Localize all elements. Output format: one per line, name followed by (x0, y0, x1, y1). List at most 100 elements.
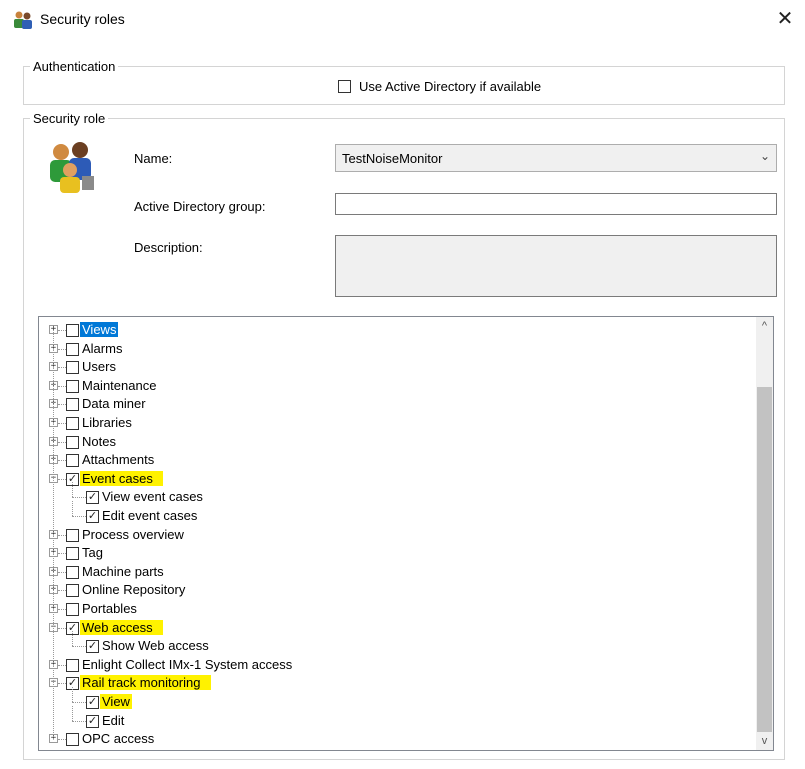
active-directory-group-input[interactable] (335, 193, 777, 215)
tree-branch-line (72, 497, 86, 499)
tree-item-alarms[interactable]: + Alarms (39, 340, 739, 358)
window-title: Security roles (40, 11, 125, 27)
tree-item-label: Attachments (82, 452, 155, 468)
unchecked-checkbox[interactable] (66, 435, 79, 449)
description-textarea[interactable] (335, 235, 777, 297)
tree-item-users[interactable]: + Users (39, 358, 739, 376)
unchecked-checkbox[interactable] (66, 379, 79, 393)
unchecked-checkbox[interactable] (66, 528, 79, 542)
tree-item-view-event-cases[interactable]: ✓ View event cases (39, 482, 739, 506)
checked-checkbox[interactable]: ✓ (86, 491, 99, 505)
use-active-directory-label: Use Active Directory if available (359, 79, 542, 94)
tree-item-machine-parts[interactable]: + Machine parts (39, 563, 739, 581)
checked-checkbox[interactable]: ✓ (86, 640, 99, 654)
tree-item-label: Event cases (80, 470, 163, 486)
tree-branch-line (72, 687, 73, 702)
unchecked-checkbox[interactable] (66, 342, 79, 356)
tree-scrollbar[interactable]: ^ v (756, 317, 773, 750)
tree-item-label: Users (82, 359, 116, 375)
tree-branch-line (58, 683, 66, 685)
tree-item-online-repository[interactable]: + Online Repository (39, 581, 739, 599)
unchecked-checkbox[interactable] (66, 658, 79, 672)
close-icon[interactable]: ✕ (772, 6, 798, 32)
tree-item-label: Enlight Collect IMx-1 System access (82, 656, 293, 672)
tree-item-label: Rail track monitoring (80, 675, 211, 691)
tree-item-show-web-access[interactable]: ✓ Show Web access (39, 631, 739, 655)
unchecked-checkbox[interactable] (66, 584, 79, 598)
tree-branch-line (58, 367, 66, 369)
tree-item-label: Web access (80, 619, 163, 635)
tree-item-event-cases[interactable]: − ✓ Event cases (39, 470, 739, 488)
unchecked-checkbox[interactable] (66, 324, 79, 337)
tree-item-enlight-collect-imx-1-system-access[interactable]: + Enlight Collect IMx-1 System access (39, 656, 739, 674)
tree-item-label: Views (80, 322, 119, 337)
role-users-icon (50, 142, 94, 193)
tree-item-label: Data miner (82, 396, 146, 412)
tree-item-label: Notes (82, 433, 116, 449)
tree-item-notes[interactable]: + Notes (39, 433, 739, 451)
security-role-legend: Security role (30, 111, 109, 126)
tree-item-label: Machine parts (82, 563, 164, 579)
tree-branch-line (72, 482, 73, 498)
name-dropdown[interactable]: TestNoiseMonitor ⌄ (335, 144, 777, 172)
tree-item-label: Libraries (82, 415, 132, 430)
use-active-directory-checkbox[interactable] (338, 80, 351, 93)
tree-item-edit-event-cases[interactable]: ✓ Edit event cases (39, 501, 739, 525)
tree-branch-line (58, 423, 66, 424)
chevron-down-icon: ⌄ (759, 149, 770, 163)
tree-item-attachments[interactable]: + Attachments (39, 451, 739, 469)
tree-item-portables[interactable]: + Portables (39, 600, 739, 618)
tree-item-edit[interactable]: ✓ Edit (39, 705, 739, 730)
unchecked-checkbox[interactable] (66, 398, 79, 412)
tree-item-maintenance[interactable]: + Maintenance (39, 377, 739, 395)
tree-branch-line (58, 330, 66, 331)
tree-item-label: Online Repository (82, 582, 186, 598)
tree-item-label: Maintenance (82, 377, 157, 393)
tree-branch-line (58, 460, 66, 462)
unchecked-checkbox[interactable] (66, 361, 79, 375)
authentication-legend: Authentication (30, 59, 119, 74)
unchecked-checkbox[interactable] (66, 454, 79, 468)
tree-item-label: Show Web access (102, 638, 209, 654)
tree-connector-line (53, 330, 54, 740)
tree-branch-line (58, 609, 66, 610)
checked-checkbox[interactable]: ✓ (86, 696, 99, 709)
unchecked-checkbox[interactable] (66, 547, 79, 561)
tree-item-data-miner[interactable]: + Data miner (39, 395, 739, 413)
permissions-tree[interactable]: + Views + Alarms + Users + Maintenance + Data min… (38, 316, 774, 751)
tree-branch-line (58, 553, 66, 555)
security-roles-app-icon (14, 11, 32, 29)
tree-branch-line (58, 478, 66, 480)
tree-item-label: View (100, 694, 132, 709)
scroll-down-icon[interactable]: v (756, 732, 773, 750)
tree-branch-line (72, 501, 73, 516)
tree-branch-line (58, 571, 66, 573)
authentication-group: Authentication Use Active Directory if a… (23, 59, 785, 105)
checked-checkbox[interactable]: ✓ (86, 510, 99, 523)
tree-item-label: View event cases (102, 489, 203, 505)
tree-branch-line (72, 631, 73, 647)
tree-branch-line (72, 646, 86, 648)
unchecked-checkbox[interactable] (66, 733, 79, 747)
unchecked-checkbox[interactable] (66, 565, 79, 579)
tree-item-libraries[interactable]: + Libraries (39, 414, 739, 432)
tree-item-views[interactable]: + Views (39, 321, 739, 339)
name-label: Name: (134, 151, 173, 166)
tree-item-label: Process overview (82, 526, 184, 542)
unchecked-checkbox[interactable] (66, 603, 79, 616)
checked-checkbox[interactable]: ✓ (86, 714, 99, 728)
tree-item-tag[interactable]: + Tag (39, 544, 739, 562)
tree-item-label: OPC access (82, 731, 155, 747)
description-label: Description: (134, 240, 203, 255)
tree-item-process-overview[interactable]: + Process overview (39, 526, 739, 544)
tree-item-opc-access[interactable]: + OPC access (39, 730, 739, 748)
tree-item-view[interactable]: ✓ View (39, 687, 739, 711)
scroll-up-icon[interactable]: ^ (756, 317, 773, 335)
tree-branch-line (58, 441, 66, 443)
scroll-thumb[interactable] (757, 387, 772, 732)
tree-item-web-access[interactable]: − ✓ Web access (39, 619, 739, 637)
tree-branch-line (58, 664, 66, 666)
tree-item-label: Alarms (82, 340, 123, 356)
tree-item-rail-track-monitoring[interactable]: − ✓ Rail track monitoring (39, 674, 739, 692)
unchecked-checkbox[interactable] (66, 417, 79, 430)
